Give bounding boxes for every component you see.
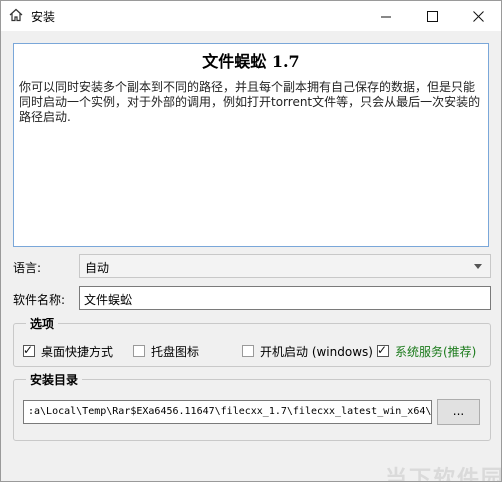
- startup-label: 开机启动 (windows): [260, 344, 373, 359]
- options-title: 选项: [26, 315, 59, 332]
- install-dir-title: 安装目录: [26, 371, 83, 388]
- app-heading: 文件蜈蚣 1.7: [202, 52, 300, 71]
- maximize-button[interactable]: [409, 1, 455, 31]
- close-icon: [472, 10, 484, 22]
- info-description: 你可以同时安装多个副本到不同的路径，并且每个副本拥有自己保存的数据，但是只能同时…: [19, 80, 481, 124]
- home-icon: [9, 8, 23, 22]
- check-icon: ✓: [23, 343, 34, 357]
- maximize-icon: [426, 10, 438, 22]
- window-title: 安装: [31, 10, 56, 24]
- language-value: 自动: [85, 261, 110, 275]
- watermark: 当下软件园: [384, 467, 502, 482]
- info-panel: 文件蜈蚣 1.7 你可以同时安装多个副本到不同的路径，并且每个副本拥有自己保存的…: [13, 43, 489, 247]
- startup-checkbox[interactable]: 开机启动 (windows): [242, 343, 373, 359]
- title-bar: 安装: [1, 1, 501, 31]
- tray-icon-checkbox[interactable]: 托盘图标: [133, 343, 199, 359]
- installer-window: 安装 文件蜈蚣 1.7 你可以同时安装多个副本到不同的路径，并且每个副本拥有自己…: [0, 0, 502, 482]
- software-name-label: 软件名称:: [13, 293, 66, 307]
- install-path-value: :a\Local\Temp\Rar$EXa6456.11647\filecxx_…: [28, 406, 432, 417]
- system-service-checkbox[interactable]: ✓ 系统服务(推荐): [377, 343, 476, 359]
- check-icon: ✓: [377, 343, 388, 357]
- tray-icon-label: 托盘图标: [151, 344, 200, 359]
- chevron-down-icon: [474, 264, 482, 269]
- language-label: 语言:: [13, 261, 42, 275]
- minimize-button[interactable]: [363, 1, 409, 31]
- software-name-input[interactable]: 文件蜈蚣: [79, 286, 491, 310]
- install-path-input[interactable]: :a\Local\Temp\Rar$EXa6456.11647\filecxx_…: [23, 400, 432, 424]
- minimize-icon: [380, 16, 391, 17]
- language-select[interactable]: 自动: [79, 254, 491, 278]
- desktop-shortcut-checkbox[interactable]: ✓ 桌面快捷方式: [23, 343, 113, 359]
- desktop-shortcut-label: 桌面快捷方式: [41, 344, 114, 359]
- software-name-value: 文件蜈蚣: [84, 293, 133, 307]
- browse-button[interactable]: ...: [437, 399, 480, 425]
- close-button[interactable]: [455, 1, 501, 31]
- system-service-label: 系统服务(推荐): [395, 344, 477, 359]
